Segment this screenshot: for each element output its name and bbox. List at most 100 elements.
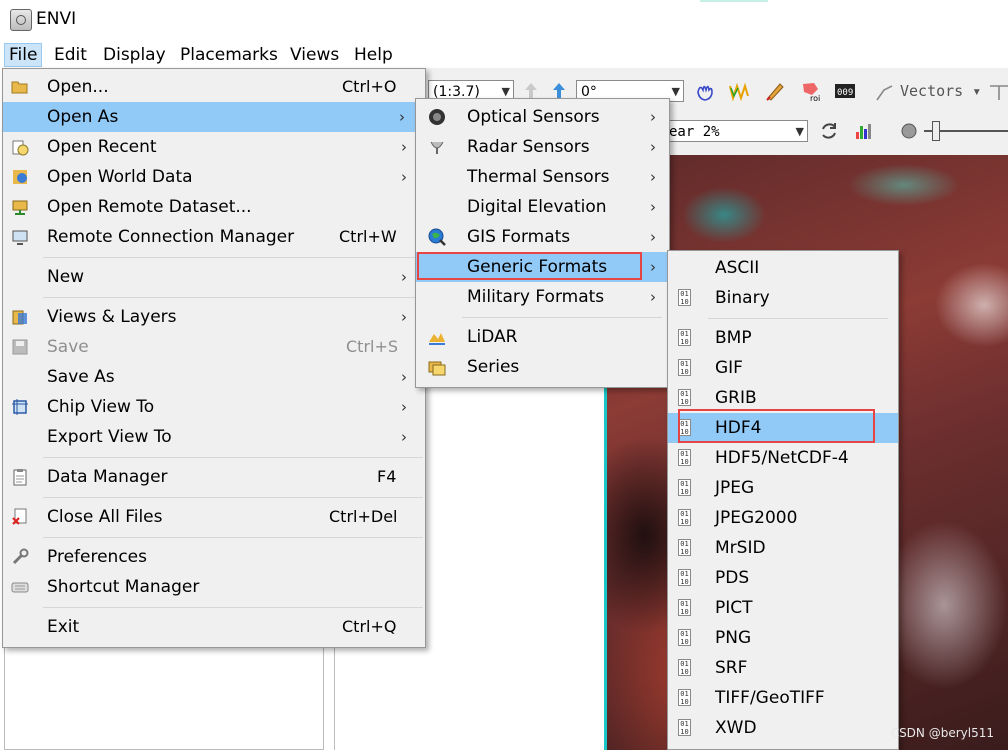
menu-edit[interactable]: Edit xyxy=(50,44,91,66)
roi-tool-icon[interactable]: roi xyxy=(800,80,822,102)
format-label: PDS xyxy=(715,568,750,588)
menu-item-open-recent[interactable]: Open Recent › xyxy=(3,132,425,162)
submenu-arrow-icon: › xyxy=(399,108,405,126)
crosshair-tool-icon[interactable] xyxy=(988,80,1008,102)
format-label: Binary xyxy=(715,288,770,308)
menu-item-label: Exit xyxy=(47,617,80,637)
binary-file-icon: 01 10 xyxy=(678,479,691,496)
annotation-box-generic-formats xyxy=(417,252,642,280)
format-item-pict[interactable]: 01 10 PICT xyxy=(668,593,898,623)
menu-item-exit[interactable]: Exit Ctrl+Q xyxy=(3,612,425,642)
menu-item-data-manager[interactable]: Data Manager F4 xyxy=(3,462,425,492)
binary-file-icon: 01 10 xyxy=(678,659,691,676)
menu-item-new[interactable]: New › xyxy=(3,262,425,292)
menu-help[interactable]: Help xyxy=(350,44,397,66)
envi-app-icon xyxy=(10,9,32,31)
refresh-icon[interactable] xyxy=(818,120,840,142)
file-menu: Open... Ctrl+O Open As › Open Recent › O… xyxy=(2,68,426,648)
menu-separator xyxy=(43,457,423,458)
submenu-item-lidar[interactable]: LiDAR xyxy=(416,322,669,352)
histogram-icon[interactable] xyxy=(854,120,876,142)
menu-item-export-view-to[interactable]: Export View To › xyxy=(3,422,425,452)
spectral-profile-icon[interactable] xyxy=(728,80,750,102)
format-item-png[interactable]: 01 10 PNG xyxy=(668,623,898,653)
submenu-arrow-icon: › xyxy=(650,288,656,306)
annotation-box-hdf4 xyxy=(678,409,875,443)
submenu-arrow-icon: › xyxy=(401,428,407,446)
menu-display[interactable]: Display xyxy=(99,44,170,66)
submenu-item-radar-sensors[interactable]: Radar Sensors › xyxy=(416,132,669,162)
submenu-item-gis-formats[interactable]: GIS Formats › xyxy=(416,222,669,252)
format-item-srf[interactable]: 01 10 SRF xyxy=(668,653,898,683)
menu-item-shortcut-manager[interactable]: Shortcut Manager xyxy=(3,572,425,602)
format-label: XWD xyxy=(715,718,757,738)
shortcut-label: Ctrl+Q xyxy=(342,617,397,636)
menu-separator xyxy=(43,607,423,608)
format-item-bmp[interactable]: 01 10 BMP xyxy=(668,323,898,353)
submenu-arrow-icon: › xyxy=(650,228,656,246)
submenu-item-series[interactable]: Series xyxy=(416,352,669,382)
format-item-gif[interactable]: 01 10 GIF xyxy=(668,353,898,383)
menu-item-chip-view-to[interactable]: Chip View To › xyxy=(3,392,425,422)
menu-item-remote-connection-manager[interactable]: Remote Connection Manager Ctrl+W xyxy=(3,222,425,252)
title-bar: ENVI xyxy=(0,0,1008,40)
format-label: JPEG xyxy=(715,478,755,498)
menu-item-label: Open Recent xyxy=(47,137,157,157)
menu-item-save-as[interactable]: Save As › xyxy=(3,362,425,392)
submenu-arrow-icon: › xyxy=(401,168,407,186)
format-item-binary[interactable]: 01 10 Binary xyxy=(668,283,898,313)
shortcut-label: F4 xyxy=(377,467,397,486)
format-item-jpeg2000[interactable]: 01 10 JPEG2000 xyxy=(668,503,898,533)
menu-placemarks[interactable]: Placemarks xyxy=(176,44,282,66)
format-item-pds[interactable]: 01 10 PDS xyxy=(668,563,898,593)
submenu-item-label: Optical Sensors xyxy=(467,107,600,127)
format-item-ascii[interactable]: ASCII xyxy=(668,253,898,283)
vector-tool-icon[interactable] xyxy=(874,82,896,104)
menu-views[interactable]: Views xyxy=(286,44,343,66)
submenu-item-thermal-sensors[interactable]: Thermal Sensors › xyxy=(416,162,669,192)
submenu-item-military-formats[interactable]: Military Formats › xyxy=(416,282,669,312)
format-label: ASCII xyxy=(715,258,760,278)
stretch-combo[interactable]: ear 2% ▼ xyxy=(664,120,808,142)
menu-item-label: Save As xyxy=(47,367,115,387)
format-item-jpeg[interactable]: 01 10 JPEG xyxy=(668,473,898,503)
menu-item-label: Data Manager xyxy=(47,467,168,487)
menu-separator xyxy=(43,497,423,498)
menu-item-views-layers[interactable]: Views & Layers › xyxy=(3,302,425,332)
menu-separator xyxy=(708,318,888,319)
vectors-label: Vectors xyxy=(900,82,964,100)
menu-item-preferences[interactable]: Preferences xyxy=(3,542,425,572)
counter-icon[interactable]: 009 xyxy=(834,80,856,102)
submenu-item-optical-sensors[interactable]: Optical Sensors › xyxy=(416,102,669,132)
slider-thumb[interactable] xyxy=(932,121,940,141)
format-label: TIFF/GeoTIFF xyxy=(715,688,825,708)
format-item-hdf5-netcdf4[interactable]: 01 10 HDF5/NetCDF-4 xyxy=(668,443,898,473)
brightness-icon[interactable] xyxy=(898,120,920,142)
binary-file-icon: 01 10 xyxy=(678,719,691,736)
annotation-pencil-icon[interactable] xyxy=(764,80,786,102)
shortcut-label: Ctrl+Del xyxy=(329,507,398,526)
wrench-icon xyxy=(12,548,29,565)
binary-file-icon: 01 10 xyxy=(678,359,691,376)
menu-item-close-all-files[interactable]: Close All Files Ctrl+Del xyxy=(3,502,425,532)
format-item-tiff-geotiff[interactable]: 01 10 TIFF/GeoTIFF xyxy=(668,683,898,713)
submenu-arrow-icon: › xyxy=(650,258,656,276)
world-data-icon xyxy=(13,170,27,184)
format-item-mrsid[interactable]: 01 10 MrSID xyxy=(668,533,898,563)
binary-file-icon: 01 10 xyxy=(678,449,691,466)
menu-item-open[interactable]: Open... Ctrl+O xyxy=(3,72,425,102)
pan-hand-icon[interactable] xyxy=(694,80,716,102)
menu-separator xyxy=(43,257,423,258)
format-item-xwd[interactable]: 01 10 XWD xyxy=(668,713,898,743)
menu-item-open-world-data[interactable]: Open World Data › xyxy=(3,162,425,192)
submenu-item-digital-elevation[interactable]: Digital Elevation › xyxy=(416,192,669,222)
menu-item-open-remote-dataset[interactable]: Open Remote Dataset... xyxy=(3,192,425,222)
menu-item-save[interactable]: Save Ctrl+S xyxy=(3,332,425,362)
vectors-dropdown[interactable]: Vectors ▾ xyxy=(900,82,981,100)
image-series-icon xyxy=(428,361,446,376)
submenu-arrow-icon: › xyxy=(650,168,656,186)
menu-file[interactable]: File xyxy=(4,43,43,67)
menu-item-open-as[interactable]: Open As › xyxy=(3,102,415,132)
svg-text:roi: roi xyxy=(810,94,820,102)
binary-file-icon: 01 10 xyxy=(678,329,691,346)
